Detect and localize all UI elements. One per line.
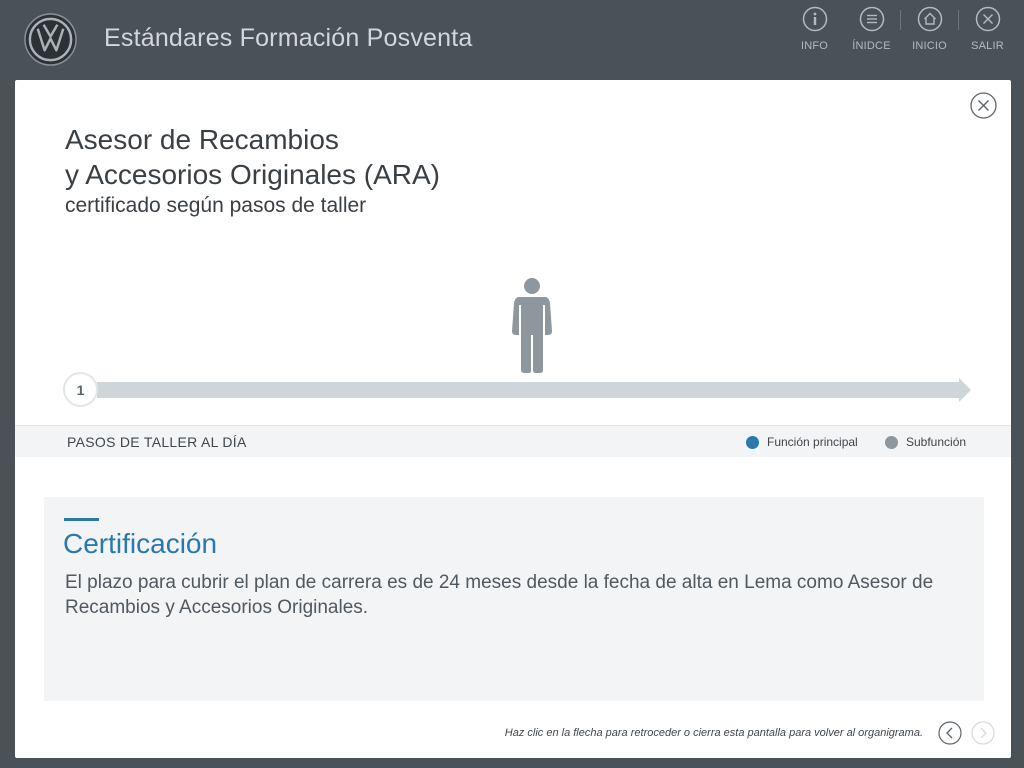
certification-panel: Certificación El plazo para cubrir el pl… — [44, 497, 984, 701]
close-icon — [975, 6, 1000, 32]
timeline-arrow — [959, 378, 971, 402]
nav-home-label: INICIO — [912, 40, 947, 52]
legend-label-main: Función principal — [767, 435, 858, 449]
nav-info-button[interactable]: INFO — [786, 4, 843, 54]
nav-index-label: ÍNIDCE — [852, 40, 891, 52]
list-icon — [859, 6, 884, 32]
modal-title-line-2: y Accesorios Originales (ARA) — [65, 159, 441, 190]
nav-info-label: INFO — [800, 40, 829, 52]
career-modal: Asesor de Recambios y Accesorios Origina… — [15, 80, 1011, 758]
legend-dot-sub — [885, 435, 898, 449]
nav-exit-label: SALIR — [971, 40, 1004, 52]
next-arrow-icon — [971, 721, 995, 745]
app-title: Estándares Formación Posventa — [104, 24, 473, 52]
step-number-badge[interactable]: 1 — [63, 372, 98, 407]
modal-subtitle: certificado según pasos de taller — [65, 194, 367, 217]
nav-index-button[interactable]: ÍNIDCE — [843, 4, 900, 54]
modal-close-icon[interactable] — [970, 92, 997, 119]
legend-item-subfunction: Subfunción — [885, 435, 966, 449]
person-icon[interactable] — [511, 277, 553, 373]
legend-bar: PASOS DE TALLER AL DÍA Función principal… — [15, 425, 1011, 457]
certification-text: El plazo para cubrir el plan de carrera … — [65, 572, 934, 618]
certification-title: Certificación — [63, 528, 218, 559]
app-header: Estándares Formación Posventa INFO ÍNIDC… — [0, 0, 1024, 78]
info-icon — [802, 6, 827, 32]
legend-label-sub: Subfunción — [906, 435, 967, 449]
top-nav: INFO ÍNIDCE INICIO SALIR — [786, 4, 1016, 54]
legend-item-main-function: Función principal — [746, 435, 858, 449]
nav-exit-button[interactable]: SALIR — [959, 4, 1016, 54]
navigation-hint: Haz clic en la flecha para retroceder o … — [504, 727, 923, 739]
legend-title: PASOS DE TALLER AL DÍA — [67, 434, 247, 450]
timeline-track — [97, 382, 959, 398]
previous-arrow-icon[interactable] — [938, 721, 962, 745]
nav-home-button[interactable]: INICIO — [901, 4, 958, 54]
home-icon — [917, 6, 942, 32]
title-accent-line — [64, 518, 99, 521]
legend-dot-main — [746, 435, 759, 449]
modal-title-line-1: Asesor de Recambios — [65, 124, 339, 155]
modal-title-block: Asesor de Recambios y Accesorios Origina… — [65, 122, 440, 220]
vw-logo-icon — [24, 13, 77, 66]
